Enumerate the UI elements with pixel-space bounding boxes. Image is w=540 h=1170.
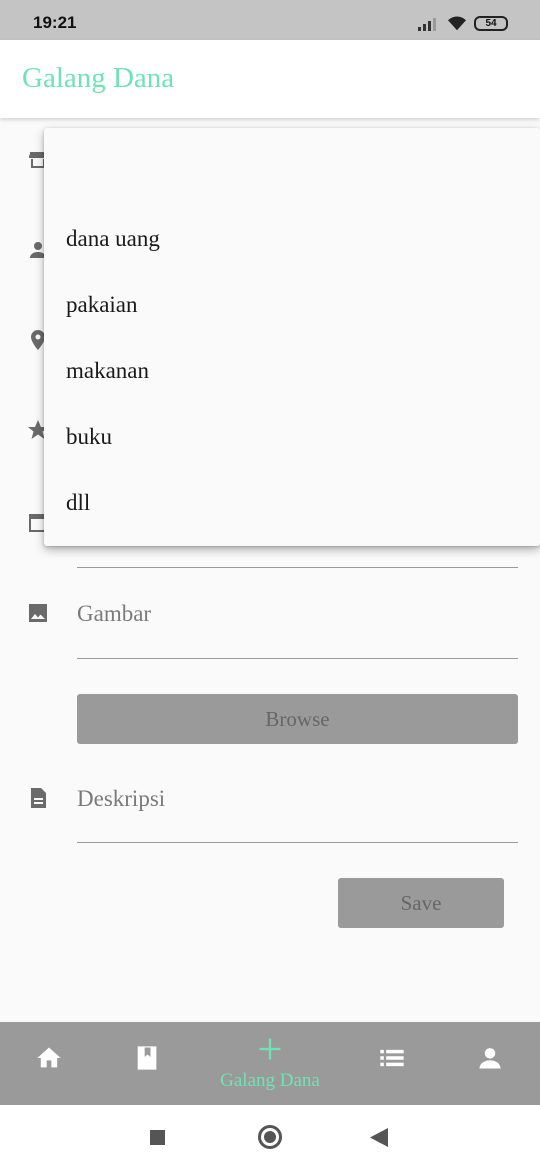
page-title: Galang Dana — [22, 62, 175, 94]
home-icon[interactable] — [35, 1044, 63, 1072]
back-icon[interactable] — [370, 1128, 388, 1147]
recent-apps-icon[interactable] — [150, 1130, 165, 1145]
list-icon[interactable] — [378, 1044, 406, 1072]
dropdown-option-dana-uang[interactable]: dana uang — [66, 226, 160, 252]
nav-label-galang-dana[interactable]: Galang Dana — [0, 1070, 540, 1092]
book-icon[interactable] — [133, 1044, 161, 1072]
image-field-label[interactable]: Gambar — [77, 601, 151, 627]
system-nav-bar — [0, 1105, 540, 1170]
profile-icon[interactable] — [476, 1044, 504, 1072]
add-icon — [259, 1038, 281, 1060]
wifi-icon — [448, 16, 466, 31]
bottom-nav: Galang Dana — [0, 1022, 540, 1105]
calendar-field-underline — [77, 567, 518, 568]
battery-level: 54 — [485, 18, 497, 29]
category-dropdown-menu: dana uang pakaian makanan buku dll — [44, 128, 540, 546]
app-bar: Galang Dana — [0, 40, 540, 118]
browse-button[interactable]: Browse — [77, 694, 518, 744]
nav-item-galang-dana[interactable] — [256, 1035, 284, 1068]
description-field-underline — [77, 842, 518, 843]
dropdown-option-makanan[interactable]: makanan — [66, 358, 149, 384]
save-button[interactable]: Save — [338, 878, 504, 928]
battery-icon: 54 — [474, 16, 508, 31]
image-icon — [29, 604, 47, 622]
dropdown-option-buku[interactable]: buku — [66, 424, 112, 450]
status-time: 19:21 — [33, 13, 77, 32]
status-bar: 19:21 54 — [0, 0, 540, 40]
signal-icon — [418, 18, 436, 31]
description-field[interactable]: Deskripsi — [77, 786, 165, 812]
dropdown-option-dll[interactable]: dll — [66, 490, 90, 516]
image-field-underline — [77, 658, 518, 659]
description-icon — [31, 788, 46, 808]
dropdown-option-pakaian[interactable]: pakaian — [66, 292, 138, 318]
home-circle-icon[interactable] — [258, 1125, 282, 1149]
